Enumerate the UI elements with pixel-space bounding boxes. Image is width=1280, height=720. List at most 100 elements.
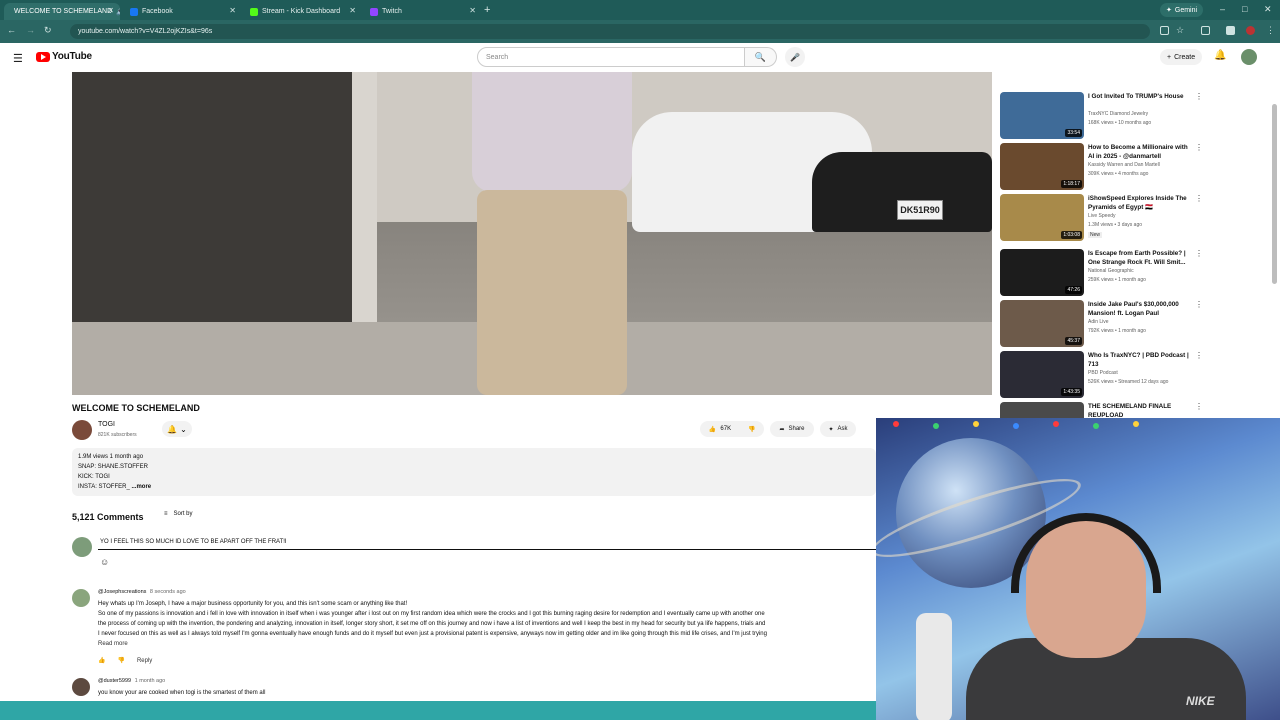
reload-icon[interactable]: ↻: [44, 25, 52, 36]
comment-input[interactable]: YO I FEEL THIS SO MUCH ID LOVE TO BE APA…: [98, 536, 876, 550]
share-button[interactable]: ➦ Share: [770, 421, 814, 437]
tab-label: Facebook: [142, 8, 173, 15]
cast-icon[interactable]: [1160, 26, 1169, 35]
recommended-video[interactable]: 1:18:17 How to Become a Millionaire with…: [1000, 143, 1203, 191]
thumbs-up-icon[interactable]: 👍: [98, 657, 105, 664]
hamburger-menu-icon[interactable]: ☰: [13, 52, 23, 65]
webcam-overlay: NIKE: [876, 418, 1280, 720]
recommended-video[interactable]: 1:03:08 iShowSpeed Explores Inside The P…: [1000, 194, 1203, 242]
video-thumbnail[interactable]: 1:03:08: [1000, 194, 1084, 241]
gemini-label: Gemini: [1174, 6, 1198, 14]
video-thumbnail[interactable]: 45:37: [1000, 300, 1084, 347]
video-title[interactable]: How to Become a Millionaire with AI in 2…: [1088, 143, 1192, 161]
recommended-video[interactable]: THE SCHEMELAND FINALE REUPLOAD ⋮: [1000, 402, 1200, 418]
recommended-video[interactable]: 47:26 Is Escape from Earth Possible? | O…: [1000, 249, 1203, 297]
comment-actions: 👍 👎 Reply: [98, 657, 152, 665]
recommended-video[interactable]: 33:54 I Got Invited To TRUMP's House Tra…: [1000, 92, 1203, 140]
channel-name[interactable]: TOGI: [98, 421, 115, 428]
more-options-icon[interactable]: ⋮: [1195, 300, 1203, 309]
menu-dots-icon[interactable]: ⋮: [1266, 25, 1275, 36]
video-description[interactable]: 1.9M views 1 month ago SNAP: SHANE.STOFF…: [72, 448, 876, 496]
channel-name[interactable]: Kassidy Warren and Dan Martell: [1088, 162, 1160, 168]
comment-time[interactable]: 8 seconds ago: [150, 589, 186, 595]
like-button[interactable]: 👍 67K: [700, 421, 740, 437]
ask-button[interactable]: ✦ Ask: [820, 421, 856, 437]
comment-handle[interactable]: @Josephscreations: [98, 589, 146, 595]
youtube-logo[interactable]: YouTube: [36, 51, 92, 62]
video-thumbnail[interactable]: 1:43:35: [1000, 351, 1084, 398]
tab-facebook[interactable]: Facebook ✕: [124, 3, 242, 20]
video-title[interactable]: THE SCHEMELAND FINALE REUPLOAD: [1088, 402, 1192, 418]
more-options-icon[interactable]: ⋮: [1195, 249, 1203, 258]
url-bar[interactable]: youtube.com/watch?v=V4ZL2ojKZIs&t=96s: [70, 24, 1150, 39]
close-tab-icon[interactable]: ✕: [107, 6, 114, 15]
video-title[interactable]: I Got Invited To TRUMP's House: [1088, 92, 1192, 101]
more-options-icon[interactable]: ⋮: [1195, 194, 1203, 203]
gemini-button[interactable]: ✦ Gemini: [1160, 3, 1204, 17]
new-tab-button[interactable]: +: [484, 4, 490, 16]
tab-kick-dashboard[interactable]: Stream - Kick Dashboard ✕: [244, 3, 362, 20]
forward-icon[interactable]: →: [26, 25, 35, 35]
read-more-link[interactable]: Read more: [98, 641, 128, 647]
close-tab-icon[interactable]: ✕: [469, 6, 476, 15]
video-player[interactable]: DK51R90: [72, 72, 992, 395]
audio-icon[interactable]: 🔊: [116, 8, 120, 16]
reply-button[interactable]: Reply: [137, 658, 152, 664]
recommended-video[interactable]: 1:43:35 Who Is TraxNYC? | PBD Podcast | …: [1000, 351, 1203, 399]
commenter-avatar[interactable]: [72, 589, 90, 607]
more-options-icon[interactable]: ⋮: [1195, 143, 1203, 152]
comment-header: @duster5999 1 month ago: [98, 678, 165, 684]
more-link[interactable]: ...more: [131, 484, 151, 490]
video-title[interactable]: Inside Jake Paul's $30,000,000 Mansion! …: [1088, 300, 1192, 318]
channel-name[interactable]: Adin Live: [1088, 319, 1109, 325]
video-thumbnail[interactable]: 47:26: [1000, 249, 1084, 296]
emoji-icon[interactable]: ☺: [100, 557, 109, 567]
page-scrollbar[interactable]: [1272, 104, 1277, 284]
subscribed-notification-button[interactable]: 🔔 ⌄: [162, 421, 192, 437]
video-thumbnail[interactable]: 1:18:17: [1000, 143, 1084, 190]
minimize-icon[interactable]: –: [1220, 4, 1225, 14]
comment-time[interactable]: 1 month ago: [135, 678, 166, 684]
description-line: KICK: TOGI: [78, 474, 110, 480]
create-button[interactable]: + Create: [1160, 49, 1203, 65]
video-stats: 309K views • 4 months ago: [1088, 171, 1149, 177]
more-options-icon[interactable]: ⋮: [1195, 351, 1203, 360]
channel-name[interactable]: Live Speedy: [1088, 213, 1116, 219]
commenter-avatar[interactable]: [72, 678, 90, 696]
close-window-icon[interactable]: ✕: [1264, 4, 1272, 15]
star-icon[interactable]: ☆: [1176, 25, 1184, 36]
comments-count: 5,121 Comments: [72, 512, 144, 522]
search-button[interactable]: 🔍: [745, 47, 777, 67]
voice-search-button[interactable]: 🎤: [785, 47, 805, 67]
video-thumbnail[interactable]: 33:54: [1000, 92, 1084, 139]
channel-name[interactable]: TraxNYC Diamond Jewelry: [1088, 111, 1148, 117]
sidepanel-icon[interactable]: [1226, 26, 1235, 35]
dislike-button[interactable]: 👎: [740, 421, 764, 437]
tab-twitch[interactable]: Twitch ✕: [364, 3, 482, 20]
recommended-video[interactable]: 45:37 Inside Jake Paul's $30,000,000 Man…: [1000, 300, 1203, 348]
facebook-favicon-icon: [130, 7, 138, 16]
channel-name[interactable]: PBD Podcast: [1088, 370, 1118, 376]
more-options-icon[interactable]: ⋮: [1195, 92, 1203, 101]
video-title[interactable]: Who Is TraxNYC? | PBD Podcast | 713: [1088, 351, 1192, 369]
string-lights: [893, 421, 1139, 429]
thumbs-down-icon[interactable]: 👎: [117, 657, 124, 664]
comment-handle[interactable]: @duster5999: [98, 678, 131, 684]
profile-icon[interactable]: [1246, 26, 1255, 35]
more-options-icon[interactable]: ⋮: [1195, 402, 1200, 411]
channel-avatar[interactable]: [72, 420, 92, 440]
close-tab-icon[interactable]: ✕: [349, 6, 356, 15]
notifications-bell-icon[interactable]: 🔔: [1214, 50, 1226, 61]
back-icon[interactable]: ←: [7, 25, 16, 35]
search-input[interactable]: Search: [477, 47, 745, 67]
maximize-icon[interactable]: □: [1242, 4, 1247, 14]
extension-icon[interactable]: [1201, 26, 1210, 35]
channel-name[interactable]: National Geographic: [1088, 268, 1134, 274]
video-title[interactable]: iShowSpeed Explores Inside The Pyramids …: [1088, 194, 1192, 212]
tab-welcome-to-schemeland[interactable]: WELCOME TO SCHEMELAND 🔊 ✕: [4, 3, 120, 20]
video-title[interactable]: Is Escape from Earth Possible? | One Str…: [1088, 249, 1192, 267]
video-thumbnail[interactable]: [1000, 402, 1084, 418]
close-tab-icon[interactable]: ✕: [229, 6, 236, 15]
account-avatar[interactable]: [1241, 49, 1257, 65]
sort-by-button[interactable]: ≡ Sort by: [164, 511, 193, 517]
